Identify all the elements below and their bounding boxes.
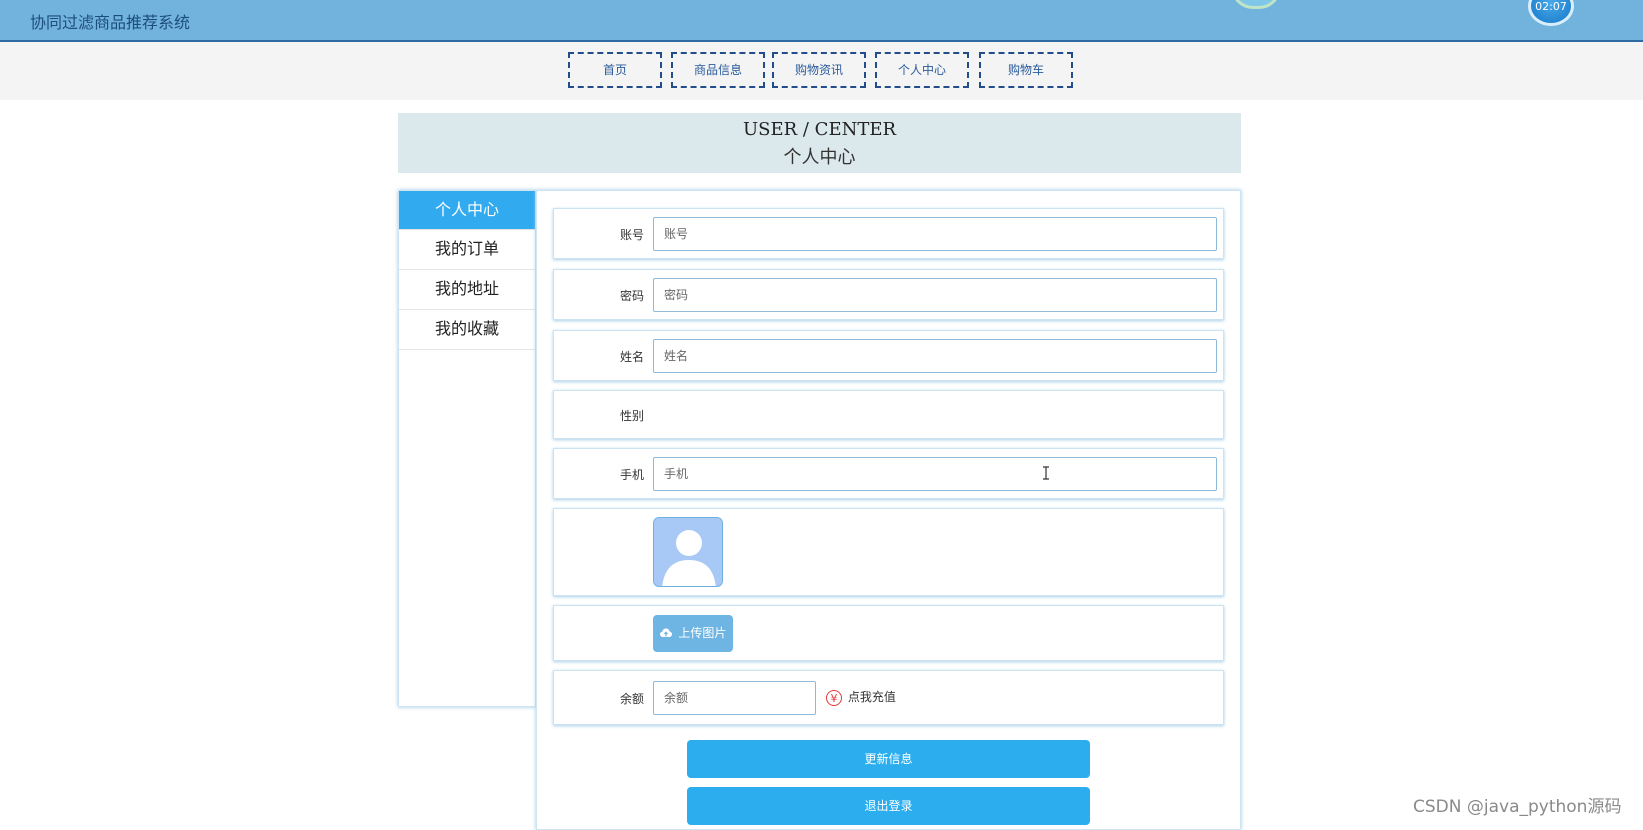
account-label: 账号 — [619, 228, 644, 242]
password-label: 密码 — [619, 289, 644, 303]
logout-button[interactable]: 退出登录 — [687, 787, 1090, 825]
profile-form: 账号 账号 密码 密码 姓名 姓名 性别 手机 手机 上传图片 余额 余额 ¥ … — [536, 190, 1241, 830]
upload-image-button[interactable]: 上传图片 — [653, 615, 733, 652]
gender-label: 性别 — [619, 409, 644, 423]
phone-input[interactable]: 手机 — [653, 457, 1217, 491]
avatar[interactable] — [653, 517, 723, 587]
nav-cart[interactable]: 购物车 — [979, 52, 1073, 88]
nav-news[interactable]: 购物资讯 — [772, 52, 866, 88]
update-info-button[interactable]: 更新信息 — [687, 740, 1090, 778]
form-row-password: 密码 密码 — [553, 269, 1224, 320]
watermark: CSDN @java_python源码 — [1413, 797, 1622, 817]
yen-icon: ¥ — [826, 689, 842, 706]
recharge-link[interactable]: ¥ 点我充值 — [826, 688, 896, 706]
upload-image-label: 上传图片 — [678, 626, 727, 640]
recharge-label: 点我充值 — [847, 690, 896, 704]
top-header: 协同过滤商品推荐系统 02:07 — [0, 0, 1643, 42]
form-row-balance: 余额 余额 ¥ 点我充值 — [553, 670, 1224, 725]
account-input[interactable]: 账号 — [653, 217, 1217, 251]
app-title: 协同过滤商品推荐系统 — [30, 13, 191, 32]
page-banner: USER / CENTER 个人中心 — [398, 113, 1241, 173]
balance-input[interactable]: 余额 — [653, 681, 816, 715]
banner-title-cn: 个人中心 — [783, 147, 856, 168]
main-nav: 首页 商品信息 购物资讯 个人中心 购物车 — [0, 42, 1643, 100]
user-avatar-icon — [654, 518, 722, 586]
password-input[interactable]: 密码 — [653, 278, 1217, 312]
banner-title-en: USER / CENTER — [742, 119, 897, 140]
balance-label: 余额 — [619, 692, 644, 706]
form-row-name: 姓名 姓名 — [553, 330, 1224, 381]
cloud-upload-icon — [659, 628, 672, 637]
form-row-account: 账号 账号 — [553, 208, 1224, 259]
phone-label: 手机 — [619, 468, 644, 482]
form-row-gender: 性别 — [553, 390, 1224, 439]
sidebar-item-favorites[interactable]: 我的收藏 — [399, 310, 535, 350]
sidebar-item-orders[interactable]: 我的订单 — [399, 230, 535, 270]
name-input[interactable]: 姓名 — [653, 339, 1217, 373]
sidebar-item-address[interactable]: 我的地址 — [399, 270, 535, 310]
text-cursor-icon — [1043, 466, 1049, 480]
clock-widget: 02:07 — [1528, 0, 1574, 26]
sidebar-item-user-center[interactable]: 个人中心 — [399, 191, 535, 230]
user-sidebar: 个人中心 我的订单 我的地址 我的收藏 — [398, 190, 536, 707]
decoration-circle — [1231, 0, 1281, 9]
name-label: 姓名 — [619, 350, 644, 364]
form-row-avatar — [553, 508, 1224, 596]
nav-products[interactable]: 商品信息 — [671, 52, 765, 88]
nav-user-center[interactable]: 个人中心 — [875, 52, 969, 88]
form-row-upload: 上传图片 — [553, 605, 1224, 661]
nav-home[interactable]: 首页 — [568, 52, 662, 88]
form-row-phone: 手机 手机 — [553, 448, 1224, 499]
